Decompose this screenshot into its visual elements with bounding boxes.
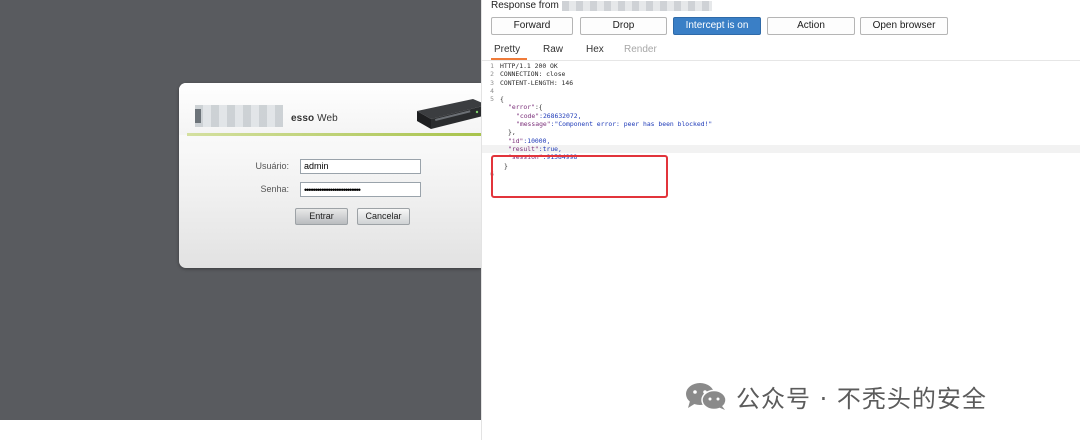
dvr-device-icon (417, 99, 481, 129)
code-line: "code":268632072, (516, 111, 582, 120)
password-label: Senha: (260, 184, 289, 194)
code-line: 2 CONNECTION: close (490, 70, 566, 79)
browser-backdrop: esso Web Usuário: admin Senha: •••••••••… (0, 0, 481, 440)
code-line: "message":"Component error: peer has bee… (516, 120, 713, 129)
password-input[interactable]: •••••••••••••••••••••••••• (300, 182, 421, 197)
watermark: 公众号 · 不秃头的安全 (684, 379, 987, 413)
login-title: esso Web (291, 113, 338, 124)
header-accent-line (187, 133, 481, 136)
login-header: esso Web (179, 83, 481, 136)
wechat-icon (686, 383, 727, 411)
tabs-divider (482, 60, 1080, 61)
username-label: Usuário: (255, 161, 289, 171)
forward-button[interactable]: Forward (491, 17, 573, 35)
brand-logo-mark (195, 109, 201, 123)
response-panel: Response from Forward Drop Intercept is … (481, 0, 1080, 440)
highlight-annotation-box (491, 155, 668, 198)
response-title: Response from (491, 0, 559, 11)
intercept-toggle-button[interactable]: Intercept is on (673, 17, 761, 35)
action-button[interactable]: Action (767, 17, 855, 35)
open-browser-button[interactable]: Open browser (860, 17, 948, 35)
tab-render[interactable]: Render (624, 44, 657, 55)
code-line: }, (508, 128, 516, 137)
code-line: 4 (490, 86, 494, 95)
drop-button[interactable]: Drop (580, 17, 667, 35)
bottom-strip (0, 420, 481, 440)
tab-pretty[interactable]: Pretty (494, 44, 520, 55)
tab-hex[interactable]: Hex (586, 44, 604, 55)
code-line: 3 CONTENT-LENGTH: 146 (490, 78, 574, 87)
code-line: 1 HTTP/1.1 200 OK (490, 62, 558, 70)
cancel-button[interactable]: Cancelar (357, 208, 410, 225)
username-input[interactable]: admin (300, 159, 421, 174)
code-line: 5{ (490, 95, 504, 104)
tab-raw[interactable]: Raw (543, 44, 563, 55)
brand-logo-redacted (195, 105, 283, 127)
login-dialog: esso Web Usuário: admin Senha: •••••••••… (179, 83, 481, 268)
redacted-host (562, 1, 712, 11)
watermark-text: 公众号 · 不秃头的安全 (736, 384, 987, 413)
enter-button[interactable]: Entrar (295, 208, 348, 225)
code-line: "result":true, (482, 144, 1080, 154)
code-line: "error":{ (508, 103, 543, 112)
code-line: "id":10000, (508, 136, 551, 145)
